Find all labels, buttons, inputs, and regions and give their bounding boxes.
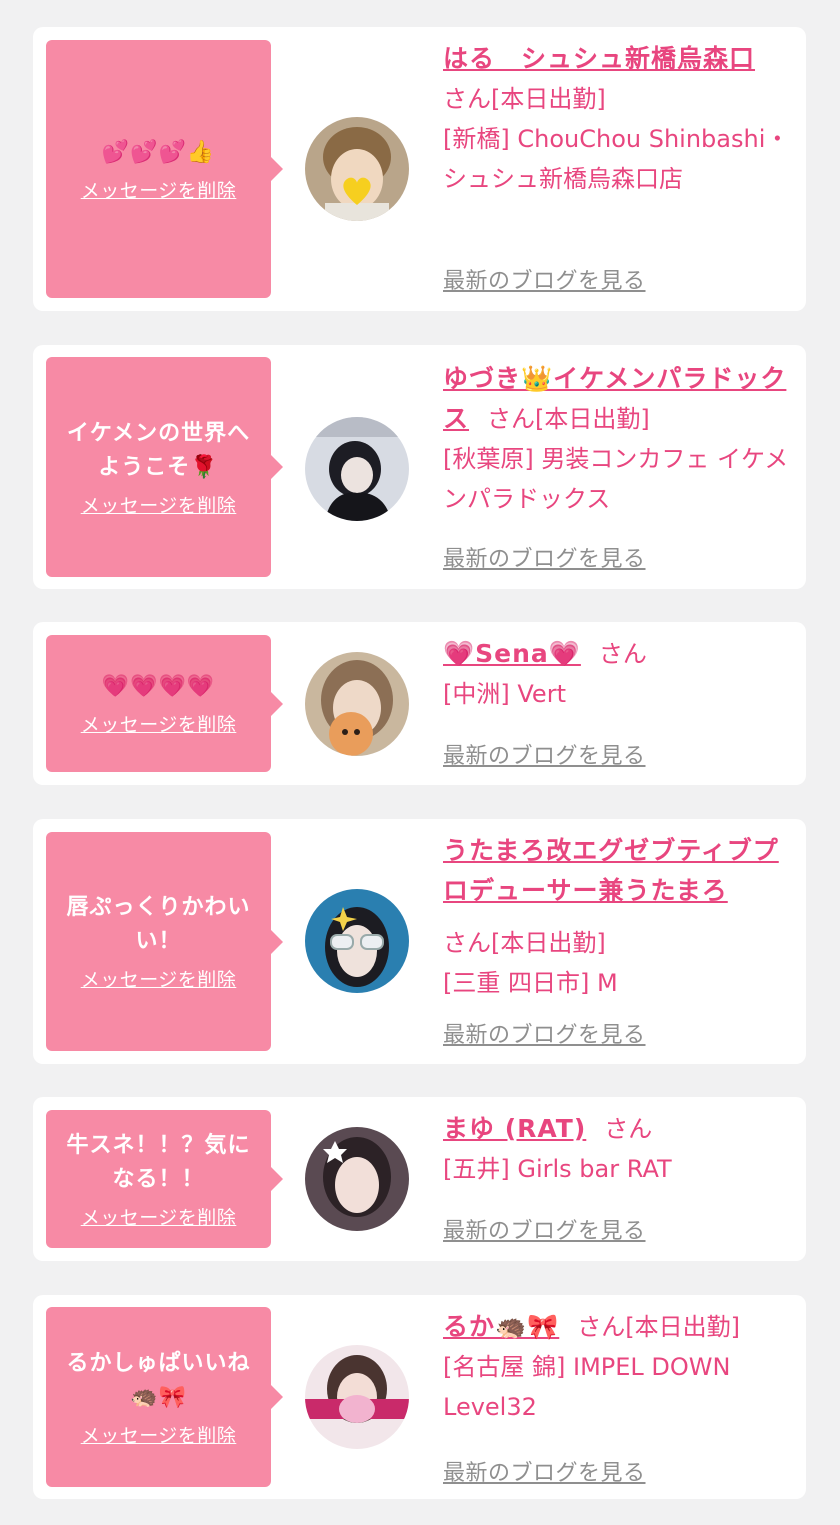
shop-name: Girls bar RAT — [517, 1155, 672, 1183]
shop-area: [名古屋 錦] — [443, 1353, 566, 1381]
profile-name-link[interactable]: うたまろ改エグゼブティブプロデューサー兼うたまろ — [443, 836, 779, 905]
avatar-image — [305, 117, 409, 221]
today-badge: [本日出勤] — [625, 1313, 740, 1341]
avatar-image — [305, 1127, 409, 1231]
profile-info: まゆ (RAT) さん [五井] Girls bar RAT — [443, 1109, 793, 1189]
message-bubble: 唇ぷっくりかわいい！ メッセージを削除 — [46, 832, 283, 1051]
san-label: さん — [598, 640, 647, 668]
avatar[interactable] — [305, 1127, 409, 1231]
message-bubble: 💕💕💕👍 メッセージを削除 — [46, 40, 283, 298]
profile-info: 💗Sena💗 さん [中洲] Vert — [443, 634, 793, 714]
view-latest-blog-link[interactable]: 最新のブログを見る — [443, 738, 646, 770]
san-label: さん — [577, 1313, 626, 1341]
shop-info: [三重 四日市] M — [443, 963, 793, 1003]
shop-area: [中洲] — [443, 680, 510, 708]
shop-area: [五井] — [443, 1155, 510, 1183]
profile-info: るか🦔🎀 さん[本日出勤] [名古屋 錦] IMPEL DOWN Level32 — [443, 1307, 793, 1427]
view-latest-blog-link[interactable]: 最新のブログを見る — [443, 1455, 646, 1487]
avatar[interactable] — [305, 117, 409, 221]
view-latest-blog-link[interactable]: 最新のブログを見る — [443, 263, 646, 295]
delete-message-link[interactable]: メッセージを削除 — [81, 491, 237, 518]
view-latest-blog-link[interactable]: 最新のブログを見る — [443, 1213, 646, 1245]
message-card: 牛スネ！！？気になる！！ メッセージを削除 まゆ (RAT) さん [五井] Gi… — [33, 1097, 806, 1261]
profile-name-link[interactable]: まゆ (RAT) — [443, 1114, 586, 1143]
profile-name-link[interactable]: るか🦔🎀 — [443, 1312, 559, 1341]
avatar-image — [305, 889, 409, 993]
message-card: イケメンの世界へようこそ🌹 メッセージを削除 ゆづき👑イケメンパラドックス さん[… — [33, 345, 806, 589]
delete-message-link[interactable]: メッセージを削除 — [81, 1203, 237, 1230]
message-card: 💗💗💗💗 メッセージを削除 💗Sena💗 さん [中洲] Vert 最新のブログを… — [33, 622, 806, 785]
avatar[interactable] — [305, 1345, 409, 1449]
today-badge: [本日出勤] — [535, 405, 650, 433]
avatar-image — [305, 652, 409, 756]
profile-info: はる シュシュ新橋烏森口 さん[本日出勤] [新橋] ChouChou Shin… — [443, 39, 793, 199]
profile-info: ゆづき👑イケメンパラドックス さん[本日出勤] [秋葉原] 男装コンカフェ イケメ… — [443, 359, 793, 519]
message-bubble: るかしゅぱいいね🦔🎀 メッセージを削除 — [46, 1307, 283, 1487]
san-label: さん — [443, 929, 491, 957]
shop-area: [新橋] — [443, 125, 510, 153]
avatar[interactable] — [305, 889, 409, 993]
shop-info: [秋葉原] 男装コンカフェ イケメンパラドックス — [443, 439, 793, 519]
shop-area: [秋葉原] — [443, 445, 534, 473]
message-text: イケメンの世界へようこそ🌹 — [66, 420, 251, 480]
view-latest-blog-link[interactable]: 最新のブログを見る — [443, 1017, 646, 1049]
delete-message-link[interactable]: メッセージを削除 — [81, 710, 237, 737]
avatar[interactable] — [305, 417, 409, 521]
message-card: 唇ぷっくりかわいい！ メッセージを削除 うたまろ改エグゼブティブプロデューサー兼… — [33, 819, 806, 1064]
message-bubble: イケメンの世界へようこそ🌹 メッセージを削除 — [46, 357, 283, 577]
message-card: るかしゅぱいいね🦔🎀 メッセージを削除 るか🦔🎀 さん[本日出勤] [名古屋 錦]… — [33, 1295, 806, 1499]
shop-info: [新橋] ChouChou Shinbashi・シュシュ新橋烏森口店 — [443, 119, 793, 199]
message-text: るかしゅぱいいね🦔🎀 — [66, 1350, 251, 1410]
profile-name-link[interactable]: 💗Sena💗 — [443, 639, 581, 668]
message-text: 💗💗💗💗 — [101, 674, 216, 699]
delete-message-link[interactable]: メッセージを削除 — [81, 176, 237, 203]
message-text: 💕💕💕👍 — [101, 139, 216, 165]
message-text: 牛スネ！！？気になる！！ — [66, 1132, 251, 1192]
view-latest-blog-link[interactable]: 最新のブログを見る — [443, 541, 646, 573]
san-label: さん — [604, 1115, 653, 1143]
today-badge: [本日出勤] — [491, 929, 606, 957]
shop-info: [中洲] Vert — [443, 674, 793, 714]
shop-info: [五井] Girls bar RAT — [443, 1149, 793, 1189]
delete-message-link[interactable]: メッセージを削除 — [81, 965, 237, 992]
message-card: 💕💕💕👍 メッセージを削除 はる シュシュ新橋烏森口 さん[本日出勤] [新橋]… — [33, 27, 806, 311]
delete-message-link[interactable]: メッセージを削除 — [81, 1421, 237, 1448]
profile-info: うたまろ改エグゼブティブプロデューサー兼うたまろ さん[本日出勤] [三重 四日… — [443, 831, 793, 1003]
avatar[interactable] — [305, 652, 409, 756]
message-text: 唇ぷっくりかわいい！ — [66, 895, 251, 954]
san-label: さん — [443, 85, 491, 113]
san-label: さん — [487, 405, 536, 433]
avatar-image — [305, 417, 409, 521]
message-bubble: 牛スネ！！？気になる！！ メッセージを削除 — [46, 1110, 283, 1248]
avatar-image — [305, 1345, 409, 1449]
today-badge: [本日出勤] — [491, 85, 606, 113]
profile-name-link[interactable]: はる シュシュ新橋烏森口 — [443, 44, 755, 73]
message-bubble: 💗💗💗💗 メッセージを削除 — [46, 635, 283, 772]
shop-info: [名古屋 錦] IMPEL DOWN Level32 — [443, 1347, 793, 1427]
shop-name: Vert — [517, 680, 566, 708]
shop-name: M — [597, 969, 618, 997]
shop-area: [三重 四日市] — [443, 969, 590, 997]
